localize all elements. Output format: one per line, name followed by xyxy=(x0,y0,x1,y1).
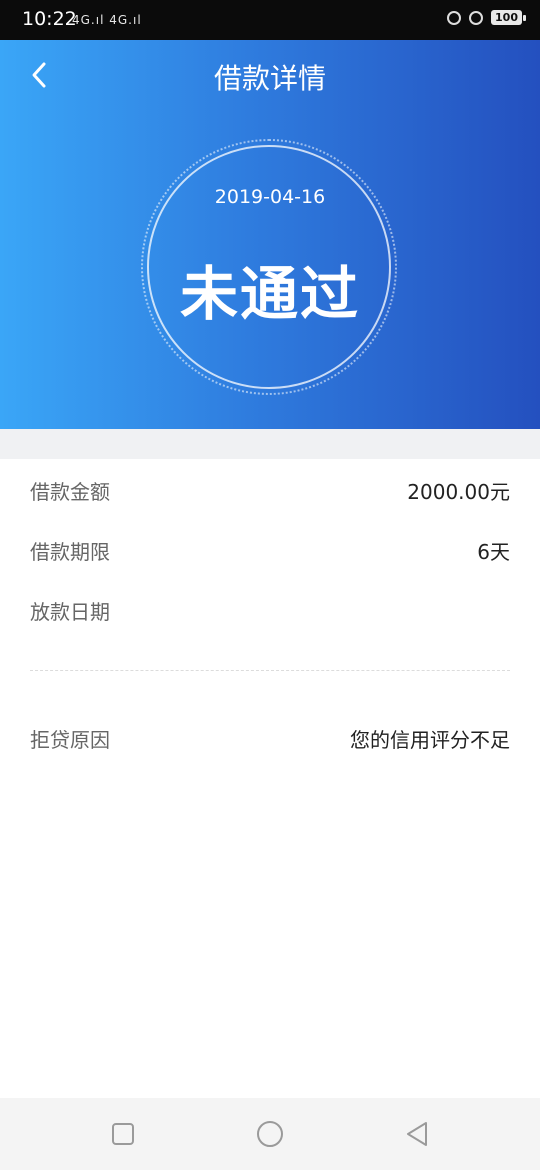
status-time: 10:22 xyxy=(22,8,77,30)
term-value: 6天 xyxy=(477,539,510,564)
system-nav-bar xyxy=(0,1098,540,1170)
disburse-date-label: 放款日期 xyxy=(30,599,110,624)
triangle-back-icon xyxy=(407,1122,427,1146)
status-bar: 10:22 4G.ıl 4G.ıl 100 xyxy=(0,0,540,40)
header-banner: 借款详情 2019-04-16 未通过 xyxy=(0,40,540,429)
dashed-divider xyxy=(30,670,510,671)
home-button[interactable] xyxy=(240,1098,300,1170)
battery-icon: 100 xyxy=(491,10,526,25)
status-right-icons: 100 xyxy=(447,10,526,25)
circle-icon xyxy=(257,1121,283,1147)
amount-value: 2000.00元 xyxy=(407,479,510,504)
reject-reason-label: 拒贷原因 xyxy=(30,727,110,752)
location-icon xyxy=(469,10,484,25)
page-title: 借款详情 xyxy=(213,62,326,95)
section-divider xyxy=(0,429,540,459)
square-icon xyxy=(112,1123,134,1145)
back-nav-button[interactable] xyxy=(387,1098,447,1170)
lock-icon xyxy=(447,10,462,25)
row-reject-reason: 拒贷原因 您的信用评分不足 xyxy=(30,718,510,758)
signal-icon: 4G.ıl 4G.ıl xyxy=(72,13,142,27)
recent-apps-button[interactable] xyxy=(93,1098,153,1170)
row-term: 借款期限 6天 xyxy=(30,530,510,570)
reject-reason-value: 您的信用评分不足 xyxy=(350,727,510,752)
amount-label: 借款金额 xyxy=(30,479,110,504)
loan-status: 未通过 xyxy=(179,260,360,328)
term-label: 借款期限 xyxy=(30,539,110,564)
row-amount: 借款金额 2000.00元 xyxy=(30,470,510,510)
row-disburse-date: 放款日期 xyxy=(30,590,510,630)
application-date: 2019-04-16 xyxy=(214,186,326,208)
